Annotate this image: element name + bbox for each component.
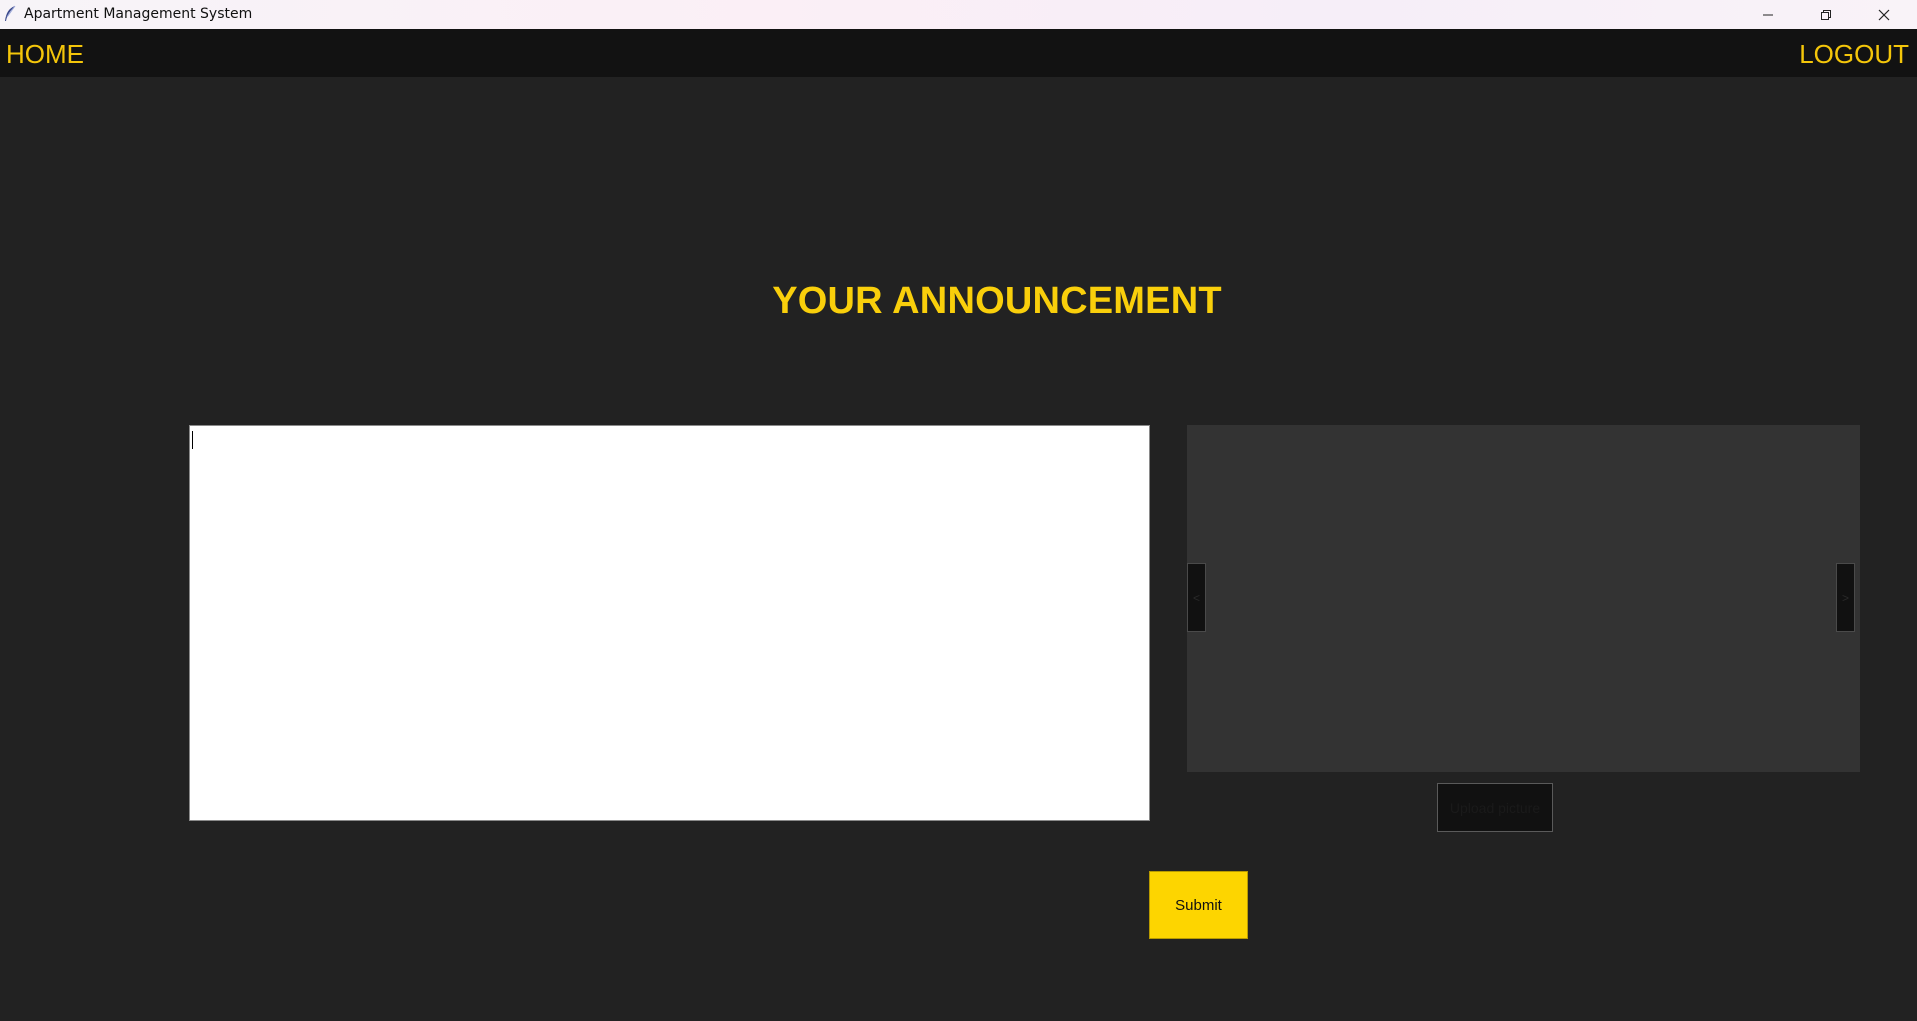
text-caret (192, 431, 193, 449)
page-heading-container: YOUR ANNOUNCEMENT (0, 280, 1917, 323)
title-bar: Apartment Management System (0, 0, 1917, 29)
logout-link[interactable]: LOGOUT (1799, 39, 1909, 70)
page-title: YOUR ANNOUNCEMENT (772, 280, 1222, 322)
announcement-textarea[interactable] (189, 425, 1150, 821)
upload-picture-button[interactable]: Upload picture (1437, 783, 1553, 832)
picture-preview-panel: < > (1187, 425, 1860, 772)
close-button[interactable] (1855, 0, 1913, 29)
previous-picture-button[interactable]: < (1187, 563, 1206, 632)
next-picture-button[interactable]: > (1836, 563, 1855, 632)
submit-button[interactable]: Submit (1149, 871, 1248, 939)
minimize-button[interactable] (1739, 0, 1797, 29)
restore-button[interactable] (1797, 0, 1855, 29)
home-link[interactable]: HOME (6, 39, 84, 70)
window-title: Apartment Management System (24, 6, 253, 22)
next-picture-label: > (1841, 590, 1849, 605)
minimize-icon (1763, 14, 1773, 15)
feather-icon (5, 5, 16, 21)
top-nav-bar: HOME LOGOUT (0, 29, 1917, 77)
restore-icon (1821, 9, 1831, 20)
close-icon (1878, 9, 1890, 20)
app-window: Apartment Management System HOME LOGOUT … (0, 0, 1917, 1021)
previous-picture-label: < (1192, 590, 1200, 605)
